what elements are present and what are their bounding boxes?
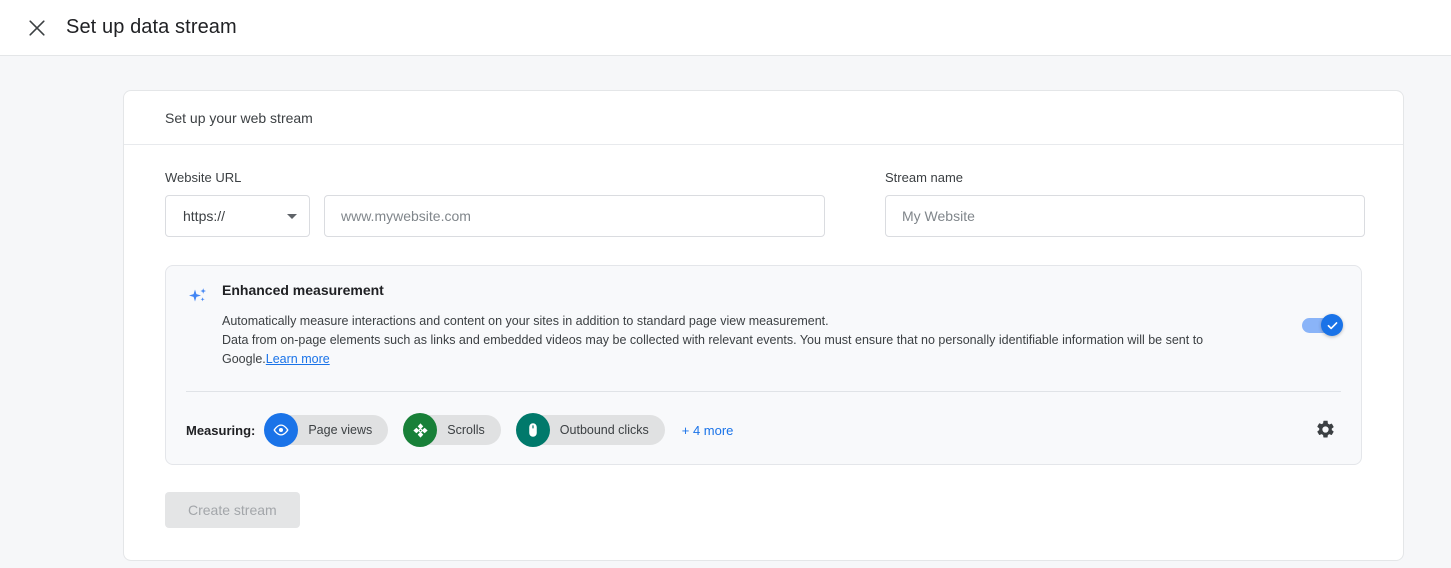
enhanced-measurement-panel: Enhanced measurement Automatically measu… xyxy=(165,265,1362,465)
chip-scrolls[interactable]: Scrolls xyxy=(403,413,501,447)
scroll-icon-glyph xyxy=(413,422,428,438)
website-url-input[interactable] xyxy=(324,195,825,237)
mouse-icon-glyph xyxy=(529,423,537,437)
chip-label: Page views xyxy=(308,423,373,437)
close-icon[interactable] xyxy=(24,15,50,41)
stream-name-input[interactable] xyxy=(885,195,1365,237)
stream-name-field-group: Stream name xyxy=(885,170,1365,237)
chip-outbound-clicks[interactable]: Outbound clicks xyxy=(515,413,665,447)
stream-name-label: Stream name xyxy=(885,170,964,185)
measuring-row: Measuring: Page views Scrolls Outbound c… xyxy=(186,413,1341,447)
gear-icon-glyph xyxy=(1316,420,1334,438)
learn-more-link[interactable]: Learn more xyxy=(266,352,330,366)
scroll-icon xyxy=(403,413,438,447)
card-body: Website URL https:// Stream name xyxy=(124,145,1403,465)
website-url-field-group: Website URL https:// xyxy=(165,170,825,237)
website-url-row: https:// xyxy=(165,195,825,237)
sparkle-icon xyxy=(186,281,222,369)
chip-label: Outbound clicks xyxy=(559,423,649,437)
enhanced-measurement-toggle[interactable] xyxy=(1302,314,1343,336)
page-body: Set up your web stream Website URL https… xyxy=(0,56,1451,568)
dialog-header: Set up data stream xyxy=(0,0,1451,56)
create-stream-button[interactable]: Create stream xyxy=(165,492,300,528)
description-line-3: Google. xyxy=(222,352,266,366)
eye-icon-glyph xyxy=(273,424,289,436)
enhanced-measurement-text: Enhanced measurement Automatically measu… xyxy=(222,281,1341,369)
check-icon xyxy=(1327,321,1337,329)
enhanced-measurement-toggle-wrap xyxy=(1302,314,1343,336)
toggle-knob xyxy=(1321,314,1343,336)
enhanced-measurement-top: Enhanced measurement Automatically measu… xyxy=(186,281,1341,369)
setup-card: Set up your web stream Website URL https… xyxy=(123,90,1404,561)
measuring-label: Measuring: xyxy=(186,422,256,438)
close-icon-glyph xyxy=(29,19,45,36)
eye-icon xyxy=(264,413,299,447)
enhanced-measurement-title: Enhanced measurement xyxy=(222,282,384,298)
card-header: Set up your web stream xyxy=(124,91,1403,145)
panel-divider xyxy=(186,391,1341,392)
fields-row: Website URL https:// Stream name xyxy=(165,170,1365,237)
description-line-1: Automatically measure interactions and c… xyxy=(222,314,829,328)
sparkle-icon-glyph xyxy=(189,288,206,302)
chevron-down-icon xyxy=(287,213,297,219)
description-line-2: Data from on-page elements such as links… xyxy=(222,333,1204,347)
page-title: Set up data stream xyxy=(66,16,237,38)
more-events-link[interactable]: + 4 more xyxy=(682,423,734,438)
website-url-label: Website URL xyxy=(165,170,242,185)
card-header-title: Set up your web stream xyxy=(165,109,313,126)
mouse-icon xyxy=(515,413,550,447)
enhanced-measurement-description: Automatically measure interactions and c… xyxy=(222,312,1222,369)
gear-icon[interactable] xyxy=(1310,414,1340,444)
chip-label: Scrolls xyxy=(447,423,485,437)
scheme-select-value: https:// xyxy=(183,208,226,224)
chip-page-views[interactable]: Page views xyxy=(264,413,389,447)
card-footer: Create stream xyxy=(124,465,1403,560)
scheme-select[interactable]: https:// xyxy=(165,195,310,237)
